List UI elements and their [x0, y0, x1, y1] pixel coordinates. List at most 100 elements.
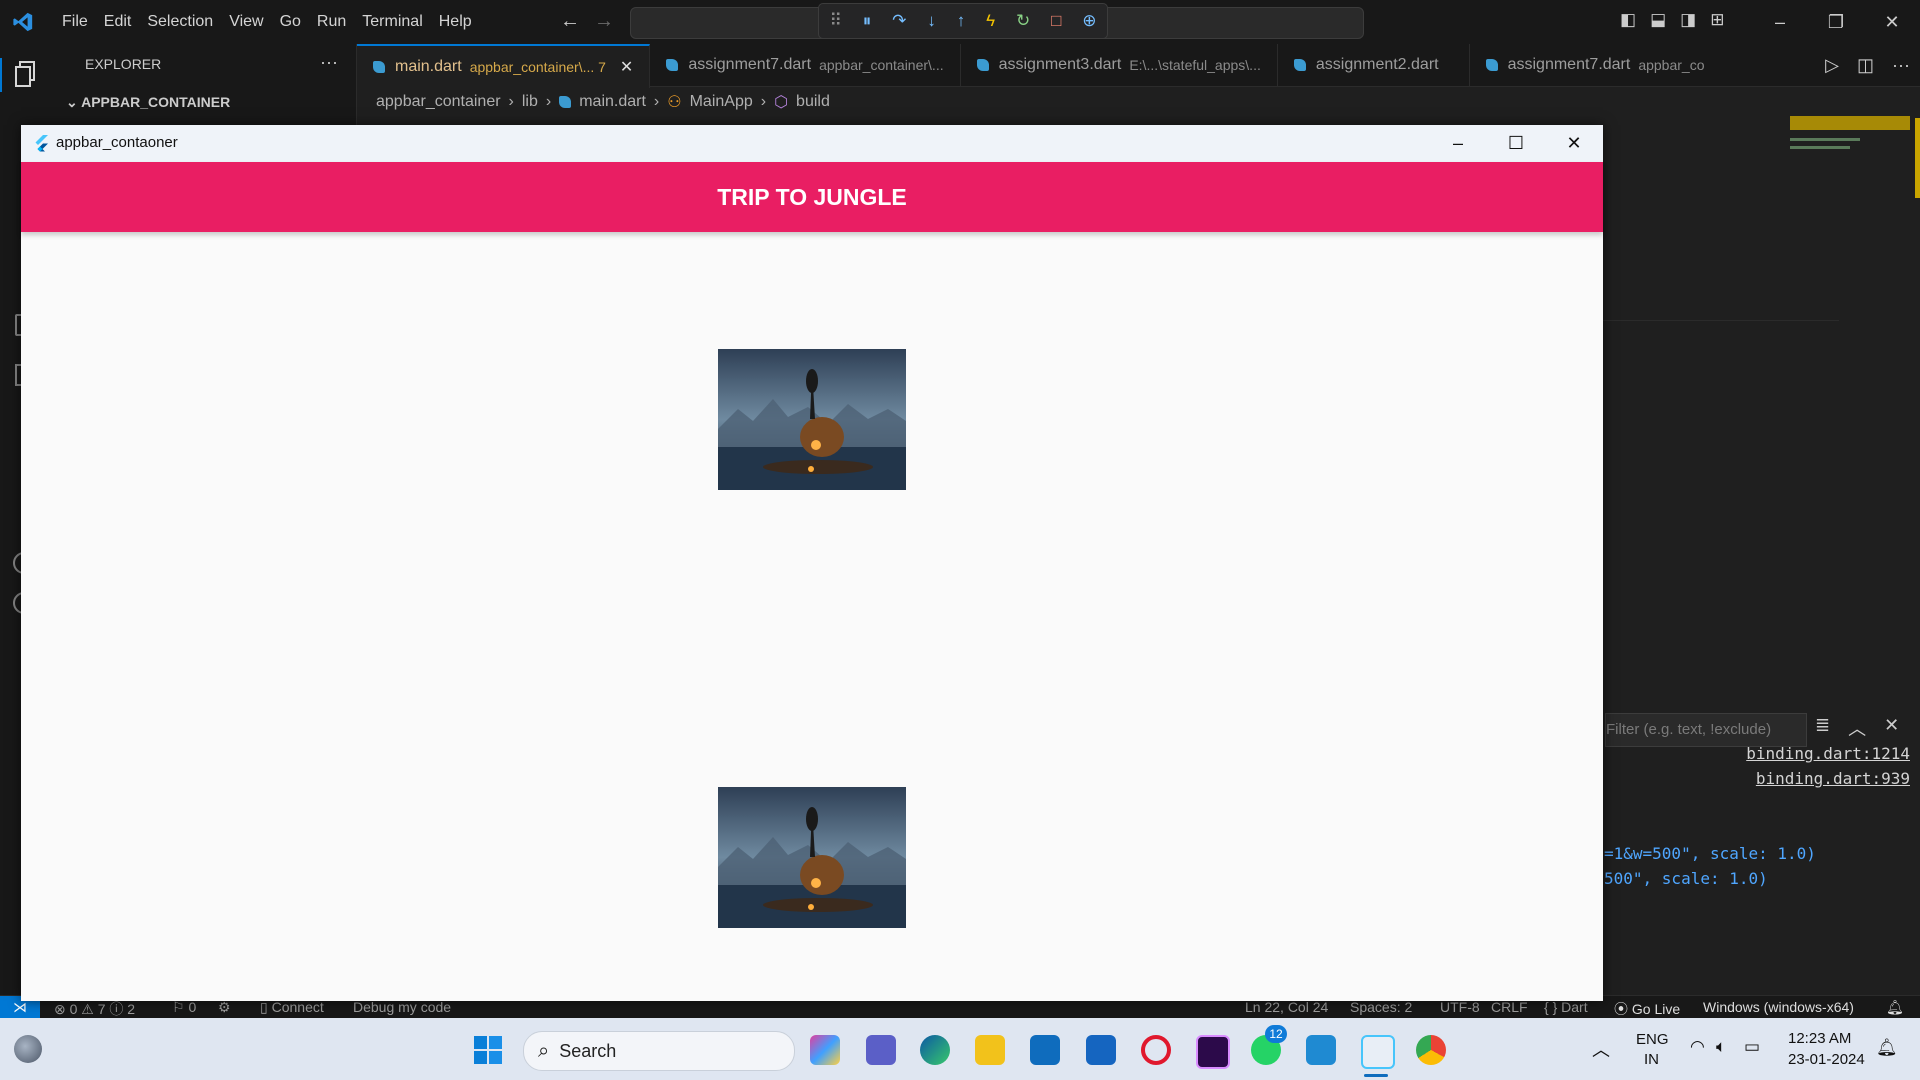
chrome-icon[interactable]: [1416, 1035, 1446, 1065]
region-indicator[interactable]: IN: [1644, 1051, 1659, 1068]
volume-icon[interactable]: 🔈︎: [1716, 1037, 1726, 1057]
encoding[interactable]: UTF-8: [1440, 999, 1480, 1015]
minimize-icon[interactable]: –: [1429, 125, 1487, 162]
menu-bar: File Edit Selection View Go Run Terminal…: [54, 0, 480, 44]
indentation[interactable]: Spaces: 2: [1350, 999, 1412, 1015]
close-icon[interactable]: ✕: [1545, 125, 1603, 162]
teams-icon[interactable]: [866, 1035, 896, 1065]
clock-date[interactable]: 23-01-2024: [1788, 1051, 1865, 1068]
step-out-icon[interactable]: ↑: [957, 11, 966, 31]
menu-edit[interactable]: Edit: [96, 13, 140, 31]
go-live-button[interactable]: ⦿ Go Live: [1614, 999, 1680, 1019]
mail-icon[interactable]: [1030, 1035, 1060, 1065]
menu-run[interactable]: Run: [309, 13, 354, 31]
weather-widget-icon[interactable]: [14, 1035, 42, 1063]
chevron-up-icon[interactable]: ︿: [1592, 1036, 1610, 1062]
toggle-panel-icon[interactable]: ⬓: [1650, 10, 1666, 30]
tab-description: E:\...\stateful_apps\...: [1129, 57, 1261, 73]
close-tab-icon[interactable]: ✕: [620, 57, 633, 77]
language-mode[interactable]: { } Dart: [1544, 999, 1588, 1015]
breadcrumb-class[interactable]: MainApp: [690, 93, 753, 111]
myhp-icon[interactable]: [1086, 1035, 1116, 1065]
maximize-panel-icon[interactable]: ︿: [1848, 715, 1866, 741]
pause-icon[interactable]: ⏸: [863, 11, 872, 31]
wifi-icon[interactable]: ◠: [1690, 1037, 1705, 1057]
app-window-title: appbar_contaoner: [56, 134, 178, 151]
stop-icon[interactable]: □: [1051, 11, 1061, 31]
breadcrumb-folder[interactable]: appbar_container: [376, 93, 501, 111]
edge-icon[interactable]: [920, 1035, 950, 1065]
menu-view[interactable]: View: [221, 13, 271, 31]
menu-file[interactable]: File: [54, 13, 96, 31]
breadcrumb-lib[interactable]: lib: [522, 93, 538, 111]
hot-reload-icon[interactable]: ϟ: [986, 11, 995, 31]
step-into-icon[interactable]: ↓: [927, 11, 936, 31]
folder-section-appbar-container[interactable]: ⌄ APPBAR_CONTAINER: [66, 94, 230, 111]
start-windows-icon[interactable]: [474, 1036, 502, 1064]
devtools-icon[interactable]: ⊕: [1082, 11, 1096, 31]
problems-indicator[interactable]: ⊗ 0 ⚠ 7 ⓘ 2: [54, 999, 135, 1019]
flutter-taskbar-icon[interactable]: [1361, 1035, 1395, 1069]
menu-selection[interactable]: Selection: [139, 13, 221, 31]
more-icon[interactable]: ···: [1892, 55, 1910, 76]
cursor-position[interactable]: Ln 22, Col 24: [1245, 999, 1328, 1015]
toggle-secondary-sidebar-icon[interactable]: ◨: [1680, 10, 1696, 30]
drag-handle-icon[interactable]: ⠿: [829, 11, 841, 31]
tab-assignment3-dart[interactable]: assignment3.dart E:\...\stateful_apps\..…: [961, 44, 1278, 86]
chevron-right-icon: ›: [545, 93, 552, 110]
back-arrow-icon[interactable]: ←: [560, 10, 580, 33]
premiere-pro-icon[interactable]: [1196, 1035, 1230, 1069]
ports-indicator[interactable]: ⚐ 0: [172, 999, 196, 1016]
restart-icon[interactable]: ↻: [1016, 11, 1030, 31]
restore-icon[interactable]: ❐: [1808, 12, 1864, 33]
active-app-indicator: [1364, 1074, 1388, 1077]
device-selector[interactable]: Windows (windows-x64): [1703, 999, 1854, 1015]
tab-assignment7-dart[interactable]: assignment7.dart appbar_container\...: [650, 44, 961, 86]
vscode-taskbar-icon[interactable]: [1306, 1035, 1336, 1065]
clear-console-icon[interactable]: ≣: [1815, 715, 1830, 741]
step-over-icon[interactable]: ↷: [892, 11, 906, 31]
battery-icon[interactable]: ▭: [1744, 1037, 1760, 1057]
taskbar-search[interactable]: ⌕ Search: [523, 1031, 795, 1071]
search-label: Search: [559, 1040, 617, 1061]
forward-arrow-icon[interactable]: →: [594, 10, 614, 33]
jungle-image: [718, 787, 906, 928]
split-editor-icon[interactable]: ◫: [1857, 55, 1874, 76]
tab-assignment7-dart-2[interactable]: assignment7.dart appbar_co: [1470, 44, 1721, 86]
whatsapp-badge: 12: [1265, 1025, 1287, 1043]
debug-console-filter[interactable]: Filter (e.g. text, !exclude): [1605, 713, 1807, 747]
stack-link[interactable]: binding.dart:1214: [1746, 744, 1910, 763]
debug-icon[interactable]: ⚙: [218, 999, 231, 1016]
customize-layout-icon[interactable]: ⊞: [1710, 10, 1724, 30]
copilot-icon[interactable]: [810, 1035, 840, 1065]
editor-actions: ▷ ◫ ···: [1817, 44, 1910, 86]
opera-icon[interactable]: [1141, 1035, 1171, 1065]
run-icon[interactable]: ▷: [1825, 55, 1839, 76]
menu-go[interactable]: Go: [272, 13, 309, 31]
more-actions-icon[interactable]: ···: [320, 52, 338, 73]
file-explorer-icon[interactable]: [975, 1035, 1005, 1065]
close-icon[interactable]: ✕: [1864, 12, 1920, 33]
notification-bell-icon[interactable]: 🔔︎: [1876, 1038, 1898, 1058]
tab-main-dart[interactable]: main.dart appbar_container\... 7 ✕: [357, 44, 651, 88]
close-panel-icon[interactable]: ✕: [1884, 715, 1899, 741]
maximize-icon[interactable]: ☐: [1487, 125, 1545, 162]
tab-description: appbar_container\...: [819, 57, 944, 73]
connect-button[interactable]: ▯ Connect: [260, 999, 324, 1016]
breadcrumb-file[interactable]: main.dart: [579, 93, 646, 111]
chevron-right-icon: ›: [508, 93, 514, 110]
explorer-files-icon[interactable]: [14, 60, 38, 88]
menu-terminal[interactable]: Terminal: [354, 13, 430, 31]
minimize-icon[interactable]: –: [1752, 12, 1808, 33]
line-ending[interactable]: CRLF: [1491, 999, 1528, 1015]
stack-link[interactable]: binding.dart:939: [1756, 769, 1910, 788]
toggle-sidebar-icon[interactable]: ◧: [1620, 10, 1636, 30]
language-indicator[interactable]: ENG: [1636, 1031, 1669, 1048]
tab-label: assignment7.dart: [1507, 56, 1631, 73]
debug-my-code-button[interactable]: Debug my code: [353, 999, 451, 1015]
notifications-bell-icon[interactable]: 🔔︎: [1886, 999, 1904, 1016]
menu-help[interactable]: Help: [431, 13, 480, 31]
breadcrumb-method[interactable]: build: [796, 93, 830, 111]
tab-assignment2-dart[interactable]: assignment2.dart: [1278, 44, 1470, 86]
clock-time[interactable]: 12:23 AM: [1788, 1030, 1851, 1047]
